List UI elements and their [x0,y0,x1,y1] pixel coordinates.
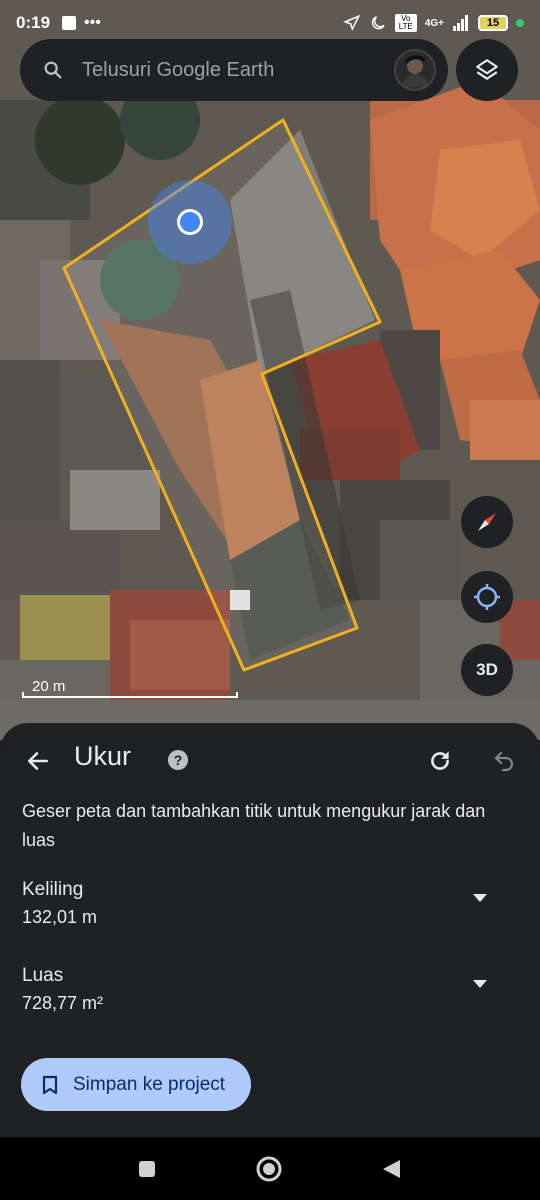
back-button[interactable] [22,745,54,777]
battery-saver-dot [516,19,524,27]
signal-icon [453,15,468,31]
area-label: Luas [22,965,64,986]
back-triangle-icon [383,1160,400,1178]
area-value: 728,77 m² [22,993,104,1013]
search-icon [44,61,62,79]
save-to-project-button[interactable]: Simpan ke project [21,1058,251,1111]
perimeter-row[interactable]: Keliling 132,01 m [22,879,518,939]
avatar-image [401,55,429,87]
refresh-icon [431,751,449,770]
3d-view-button[interactable]: 3D [461,644,513,696]
system-navigation-bar [0,1137,540,1200]
network-type: 4G+ [424,17,444,29]
layers-button[interactable] [456,39,518,101]
undo-icon [494,751,514,772]
satellite-imagery [0,0,540,740]
home-icon [256,1156,282,1182]
area-row[interactable]: Luas 728,77 m² [22,965,518,1025]
arrow-back-icon [28,752,48,770]
3d-view-label: 3D [476,660,498,679]
measure-panel-header: Ukur ? [0,741,540,781]
measure-panel: Ukur ? Geser peta dan tambahkan titik un… [0,723,540,1137]
scale-line [22,692,238,698]
panel-title: Ukur [74,741,132,771]
my-location-button[interactable] [461,571,513,623]
recents-button[interactable] [133,1155,161,1183]
search-input[interactable]: Telusuri Google Earth [82,59,394,82]
layers-icon [476,59,498,80]
perimeter-label: Keliling [22,879,84,900]
dropdown-arrow-icon[interactable] [472,893,488,903]
perimeter-value: 132,01 m [22,907,98,927]
gallery-notification-icon [62,16,77,30]
map-view[interactable]: 0:19 ••• Vo LTE 4G+ 15 Telusuri Google E… [0,0,540,740]
location-arrow-icon [342,14,361,31]
moon-icon [371,16,385,30]
map-scale-bar: 20 m [22,678,238,698]
reset-button[interactable] [424,745,456,777]
instructions-text: Geser peta dan tambahkan titik untuk men… [22,801,486,850]
location-dot [180,212,200,232]
compass-icon [478,513,496,531]
volte-badge: Vo LTE [394,14,417,32]
compass-button[interactable] [461,496,513,548]
battery-icon: 15 [478,15,508,31]
my-location-icon [474,584,500,610]
bookmark-icon [42,1075,58,1094]
undo-button[interactable] [488,745,520,777]
search-bar[interactable]: Telusuri Google Earth [20,39,448,101]
home-button[interactable] [255,1155,283,1183]
dropdown-arrow-icon[interactable] [472,979,488,989]
back-nav-button[interactable] [377,1155,405,1183]
recents-icon [139,1161,155,1177]
account-avatar[interactable] [394,49,436,91]
save-button-label: Simpan ke project [73,1073,226,1095]
battery-level: 15 [486,17,500,29]
help-icon[interactable]: ? [168,750,188,770]
status-time: 0:19 [16,13,51,32]
more-notifications-icon: ••• [84,14,101,31]
